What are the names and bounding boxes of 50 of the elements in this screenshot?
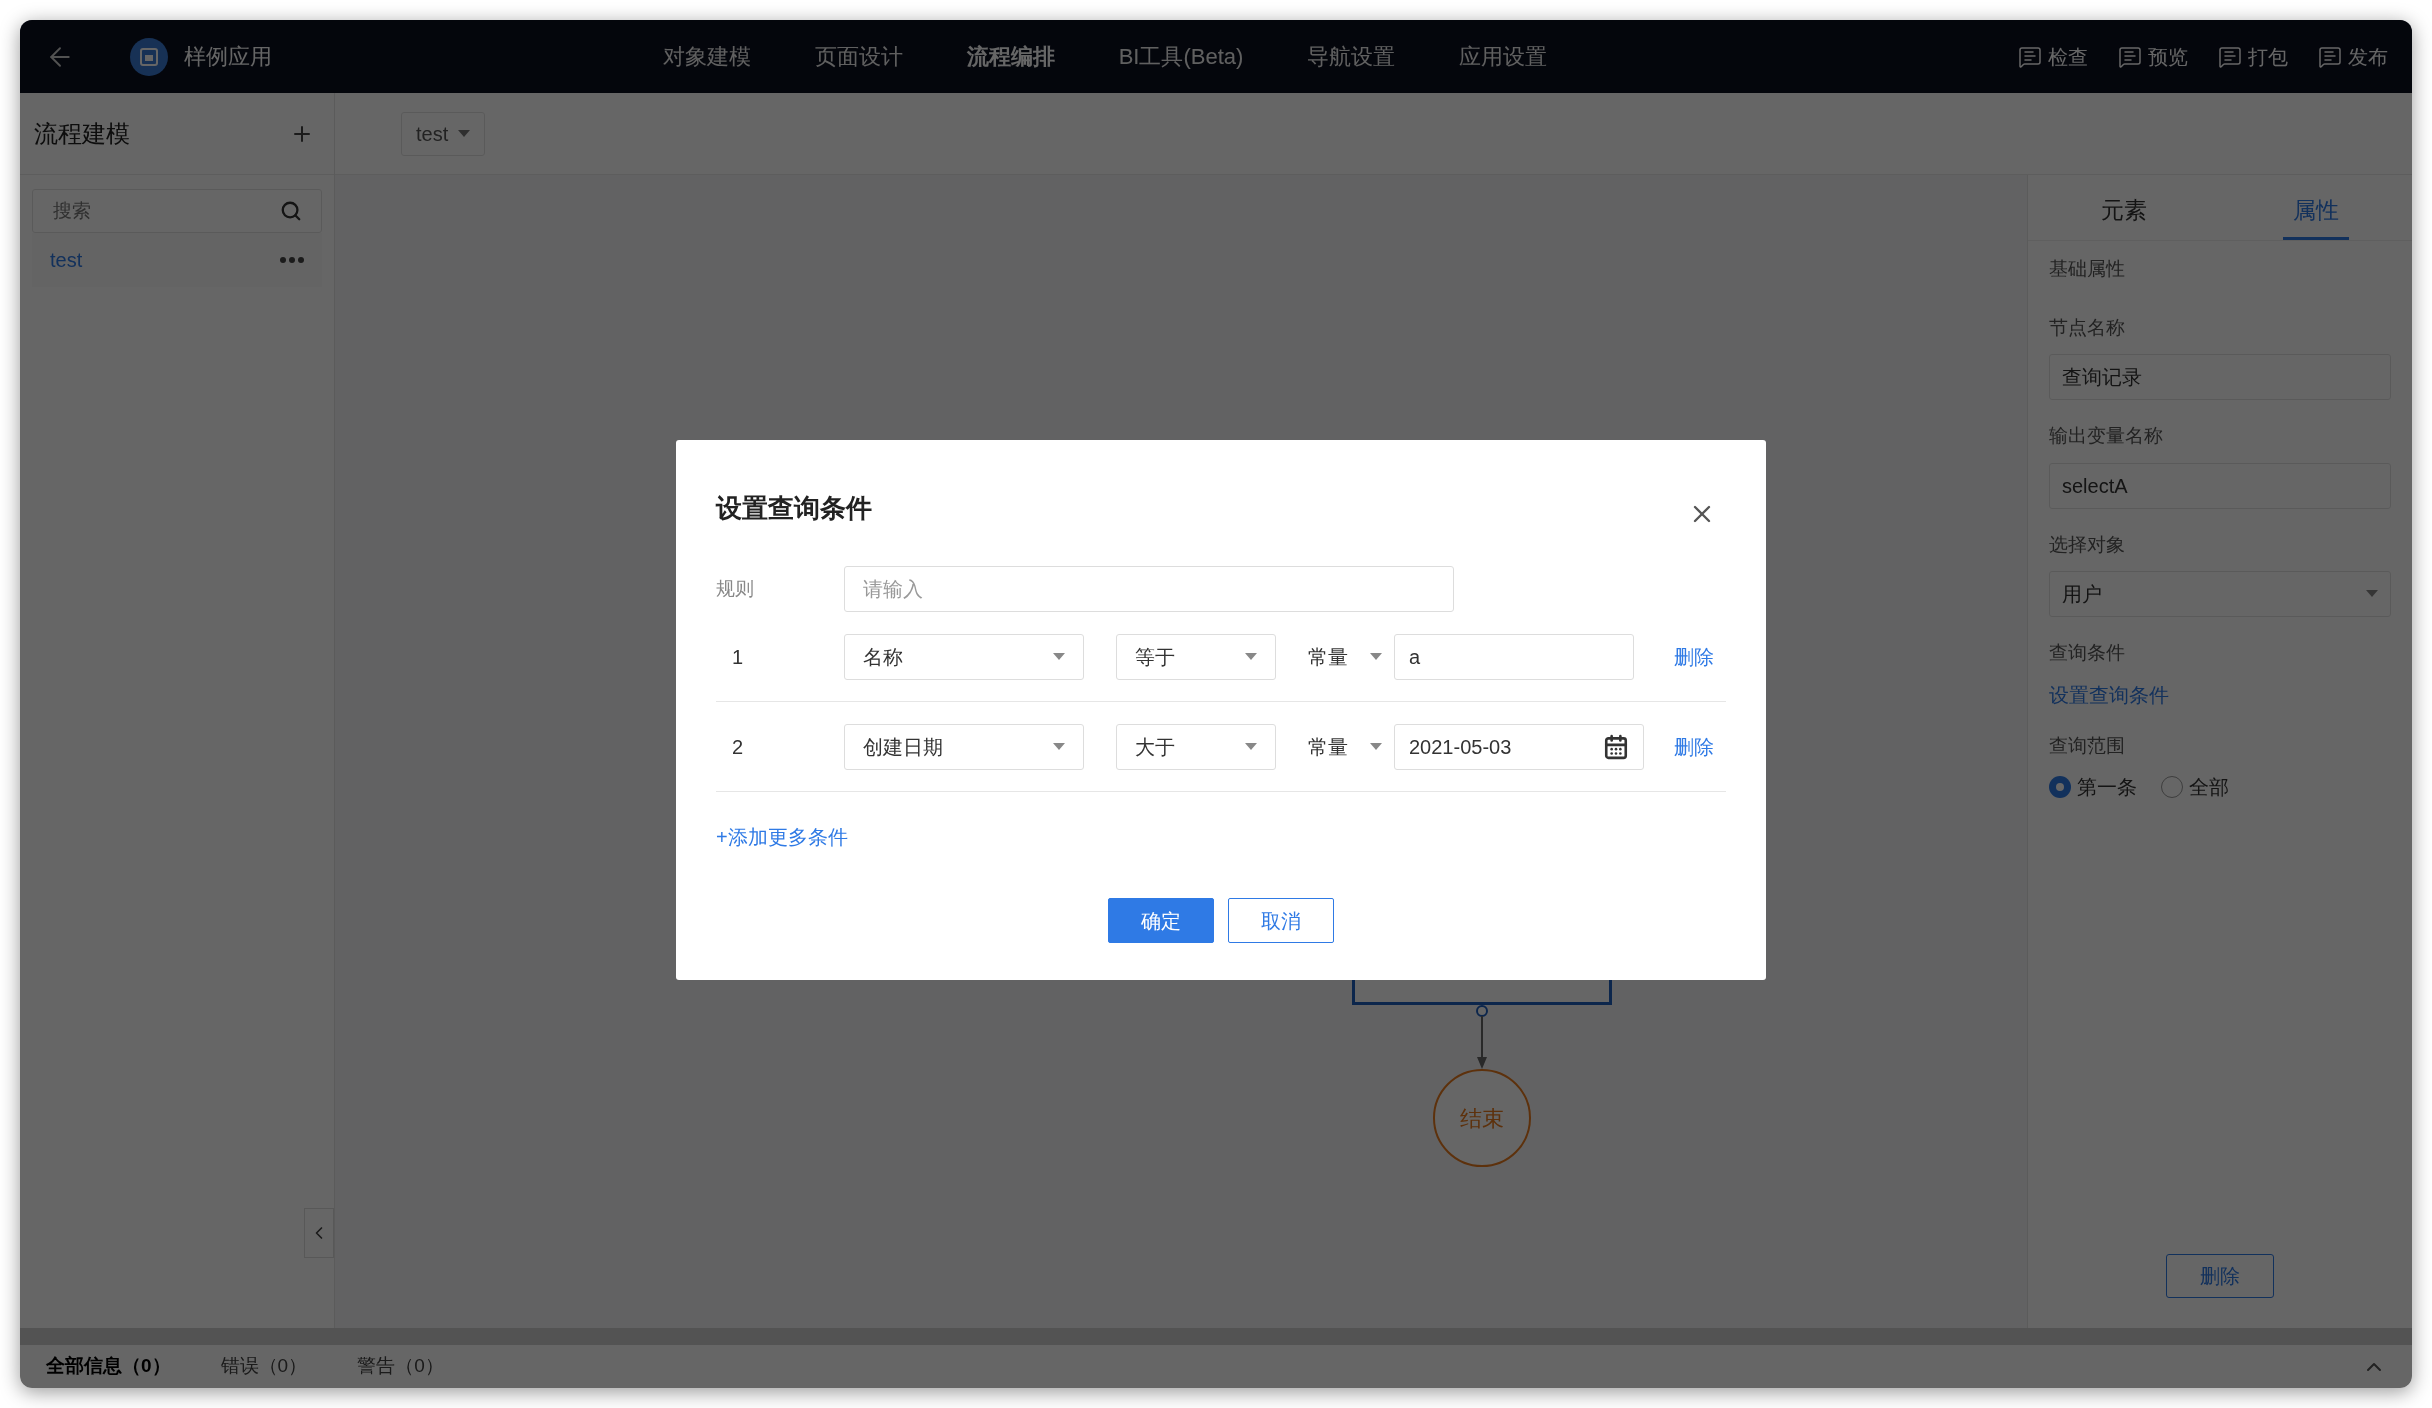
nav-tab[interactable]: 对象建模: [662, 40, 751, 73]
field-label: 查询条件: [2049, 641, 2126, 665]
app-title: 样例应用: [184, 43, 272, 71]
radio-option[interactable]: 第一条: [2049, 772, 2137, 802]
value-type-select[interactable]: 常量: [1308, 641, 1382, 672]
text-field[interactable]: 查询记录: [2049, 354, 2391, 400]
nav-tab[interactable]: 流程编排: [966, 40, 1055, 73]
value-field[interactable]: a: [1394, 633, 1634, 680]
dialog-title: 设置查询条件: [716, 491, 872, 525]
toolbar-button[interactable]: 检查: [2018, 41, 2088, 72]
delete-button[interactable]: 删除: [2166, 1254, 2274, 1298]
toolbar-button[interactable]: 发布: [2318, 41, 2388, 72]
rule-label: 规则: [716, 576, 755, 601]
field-select[interactable]: 创建日期: [844, 723, 1084, 770]
sidebar-title: 流程建模: [34, 118, 130, 149]
field-label: 选择对象: [2049, 532, 2126, 557]
cancel-button[interactable]: 取消: [1228, 898, 1334, 943]
add-condition-link[interactable]: +添加更多条件: [716, 822, 848, 852]
date-field[interactable]: 2021-05-03: [1394, 723, 1644, 770]
panel-tab[interactable]: 元素: [2091, 192, 2157, 240]
condition-number: 1: [731, 644, 745, 670]
message-tab[interactable]: 全部信息（0）: [46, 1352, 171, 1381]
operator-select[interactable]: 大于: [1116, 723, 1276, 770]
field-label: 查询范围: [2049, 733, 2126, 758]
field-select[interactable]: 名称: [844, 633, 1084, 680]
toolbar-button[interactable]: 打包: [2218, 41, 2288, 72]
message-tab[interactable]: 错误（0）: [220, 1352, 308, 1381]
delete-link[interactable]: 删除: [1674, 641, 1714, 672]
value-type-select[interactable]: 常量: [1308, 731, 1382, 762]
field-label: 输出变量名称: [2049, 424, 2164, 448]
delete-link[interactable]: 删除: [1674, 731, 1714, 762]
confirm-button[interactable]: 确定: [1108, 898, 1214, 943]
section-title: 基础属性: [2049, 257, 2126, 281]
nav-tab[interactable]: BI工具(Beta): [1118, 40, 1244, 73]
panel-tab[interactable]: 属性: [2283, 192, 2349, 240]
nav-tab[interactable]: 导航设置: [1307, 40, 1396, 73]
end-node[interactable]: 结束: [1433, 1069, 1531, 1167]
set-conditions-link[interactable]: 设置查询条件: [2049, 683, 2169, 706]
text-field[interactable]: selectA: [2049, 462, 2391, 509]
nav-tab[interactable]: 应用设置: [1459, 40, 1548, 73]
process-select[interactable]: test: [401, 111, 486, 156]
condition-number: 2: [731, 734, 745, 760]
rule-field[interactable]: 请输入: [844, 566, 1454, 612]
nav-tab[interactable]: 页面设计: [814, 40, 903, 73]
toolbar-button[interactable]: 预览: [2118, 41, 2188, 72]
radio-option[interactable]: 全部: [2161, 772, 2229, 802]
operator-select[interactable]: 等于: [1116, 633, 1276, 680]
select-field[interactable]: 用户: [2049, 571, 2391, 617]
message-tab[interactable]: 警告（0）: [357, 1352, 444, 1381]
field-label: 节点名称: [2049, 315, 2126, 340]
